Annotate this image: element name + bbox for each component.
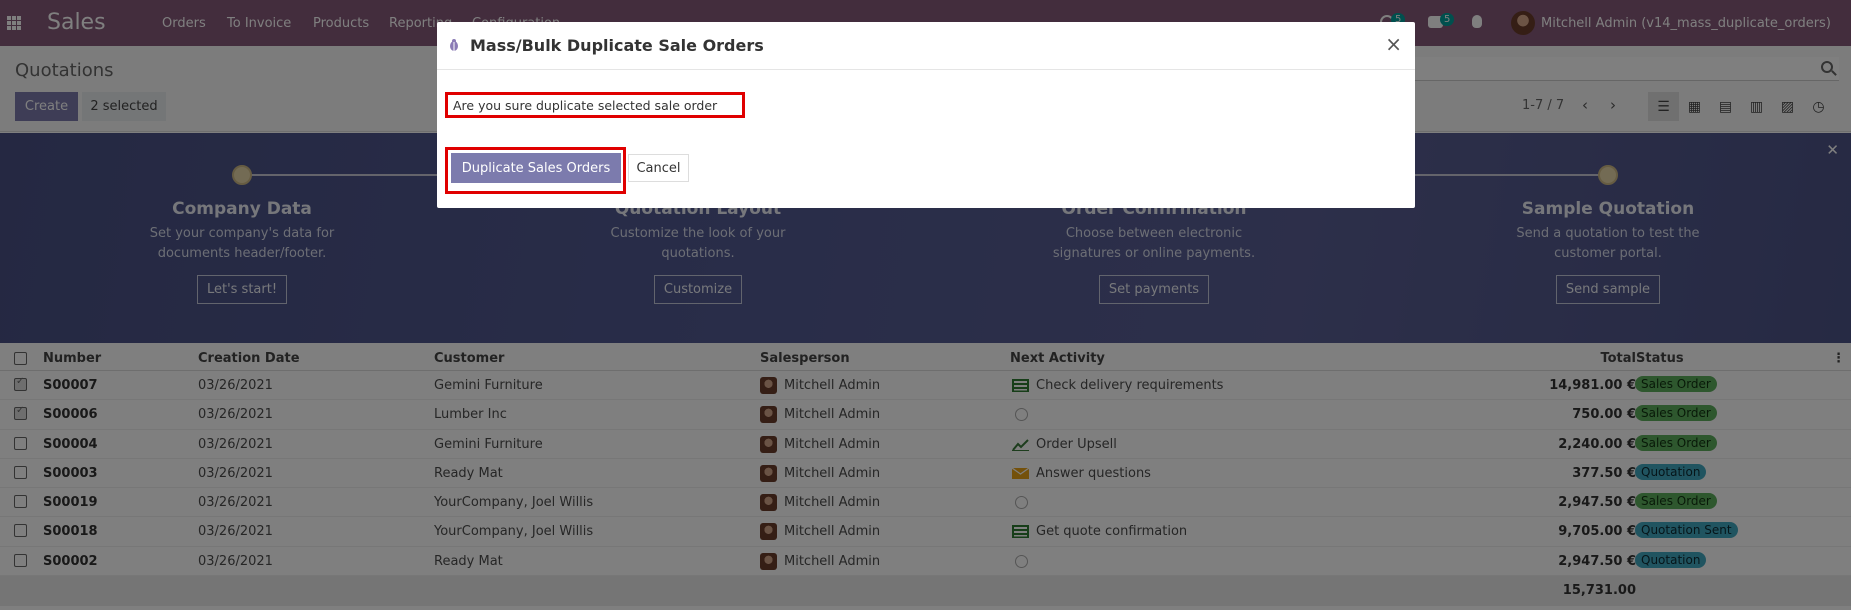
duplicate-dialog: Mass/Bulk Duplicate Sale Orders × Are yo… [437,22,1415,208]
close-icon[interactable]: × [1385,32,1402,56]
cancel-button[interactable]: Cancel [628,154,689,182]
dialog-title: Mass/Bulk Duplicate Sale Orders [470,36,764,55]
duplicate-sales-orders-button[interactable]: Duplicate Sales Orders [451,153,621,183]
dialog-message: Are you sure duplicate selected sale ord… [453,98,717,113]
bug-icon [448,38,460,52]
dialog-header: Mass/Bulk Duplicate Sale Orders × [437,22,1415,70]
